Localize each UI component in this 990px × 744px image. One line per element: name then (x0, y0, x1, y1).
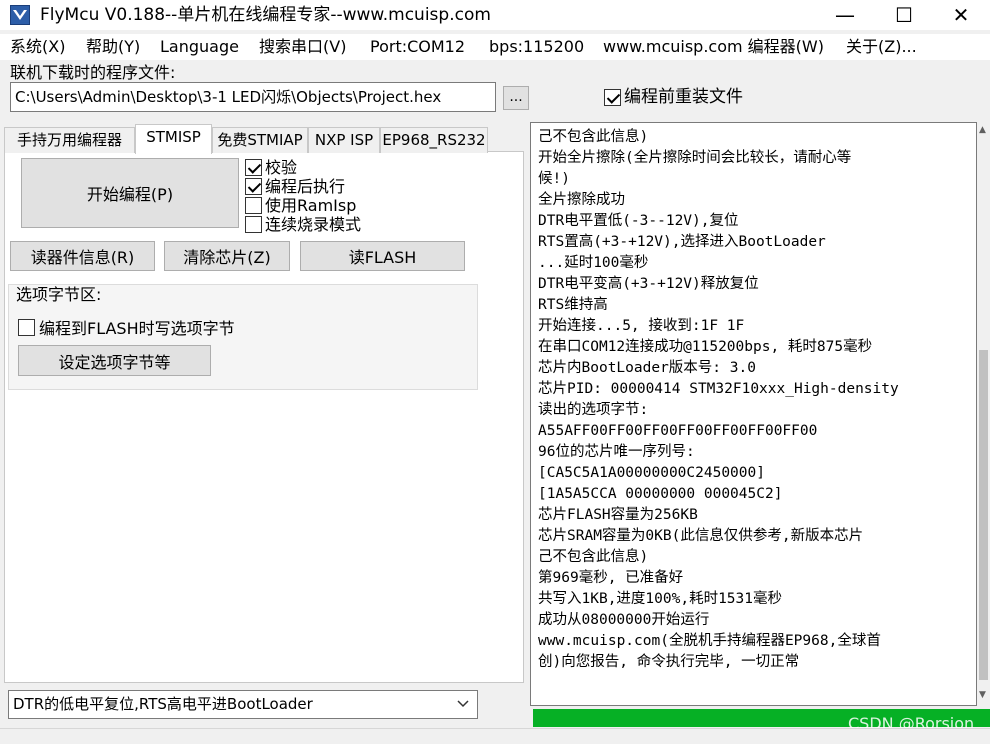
dtr-rts-mode-value: DTR的低电平复位,RTS高电平进BootLoader (13, 695, 313, 713)
log-line: 开始连接...5, 接收到:1F 1F (538, 318, 745, 334)
maximize-button[interactable]: ☐ (875, 0, 933, 30)
reload-before-program-option[interactable]: 编程前重装文件 (604, 87, 743, 107)
start-programming-button[interactable]: 开始编程(P) (21, 158, 239, 228)
menu-help[interactable]: 帮助(Y) (86, 37, 140, 57)
log-line: 共写入1KB,进度100%,耗时1531毫秒 (538, 591, 782, 607)
continuous-burn-option[interactable]: 连续烧录模式 (245, 215, 361, 234)
read-device-info-button[interactable]: 读器件信息(R) (10, 241, 155, 271)
erase-chip-button[interactable]: 清除芯片(Z) (164, 241, 290, 271)
menu-about[interactable]: 关于(Z)... (846, 37, 917, 57)
run-after-program-checkbox[interactable] (245, 178, 262, 195)
log-line: A55AFF00FF00FF00FF00FF00FF00FF00 (538, 423, 818, 439)
log-line: 芯片SRAM容量为0KB(此信息仅供参考,新版本芯片 (538, 528, 864, 544)
chevron-down-icon (457, 700, 469, 708)
tab-handheld-programmer[interactable]: 手持万用编程器 (4, 127, 135, 153)
run-after-program-label: 编程后执行 (265, 177, 346, 196)
tab-free-stmiap[interactable]: 免费STMIAP (212, 127, 308, 153)
log-line: www.mcuisp.com(全脱机手持编程器EP968,全球首 (538, 633, 881, 649)
log-line: 芯片FLASH容量为256KB (538, 507, 698, 523)
menu-port[interactable]: Port:COM12 (370, 37, 465, 57)
log-scrollbar-thumb[interactable] (979, 350, 988, 680)
log-line: DTR电平置低(-3--12V),复位 (538, 213, 739, 229)
option-bytes-group-label: 选项字节区: (16, 285, 102, 304)
set-option-bytes-button[interactable]: 设定选项字节等 (18, 345, 211, 376)
log-line: 全片擦除成功 (538, 192, 625, 208)
run-after-program-option[interactable]: 编程后执行 (245, 177, 345, 196)
log-line: 第969毫秒, 已准备好 (538, 570, 684, 586)
write-option-bytes-option[interactable]: 编程到FLASH时写选项字节 (18, 315, 235, 339)
flymcu-app-icon (10, 5, 30, 25)
menu-bps[interactable]: bps:115200 (489, 37, 584, 57)
program-file-label: 联机下载时的程序文件: (10, 63, 176, 82)
verify-label: 校验 (265, 158, 298, 177)
tab-ep968-rs232[interactable]: EP968_RS232 (380, 127, 488, 153)
log-line: 在串口COM12连接成功@115200bps, 耗时875毫秒 (538, 339, 873, 355)
close-button[interactable]: ✕ (932, 0, 990, 30)
reload-before-program-checkbox[interactable] (604, 88, 621, 106)
log-line: 创)向您报告, 命令执行完毕, 一切正常 (538, 654, 800, 670)
scroll-down-icon[interactable]: ▼ (979, 690, 986, 700)
menu-programmer[interactable]: www.mcuisp.com 编程器(W) (603, 37, 824, 57)
status-bar (0, 728, 990, 744)
log-line: 成功从08000000开始运行 (538, 612, 710, 628)
log-line: RTS置高(+3-+12V),选择进入BootLoader (538, 234, 826, 250)
log-line: 己不包含此信息) (538, 129, 649, 145)
write-option-bytes-label: 编程到FLASH时写选项字节 (39, 319, 235, 338)
continuous-burn-checkbox[interactable] (245, 216, 262, 233)
write-option-bytes-checkbox[interactable] (18, 318, 35, 336)
log-line: 96位的芯片唯一序列号: (538, 444, 695, 460)
log-line: 读出的选项字节: (538, 402, 649, 418)
dtr-rts-mode-select[interactable]: DTR的低电平复位,RTS高电平进BootLoader (8, 690, 478, 719)
log-line: ...延时100毫秒 (538, 255, 649, 271)
log-line: RTS维持高 (538, 297, 608, 313)
program-file-path-input[interactable]: C:\Users\Admin\Desktop\3-1 LED闪烁\Objects… (10, 82, 496, 112)
menu-system[interactable]: 系统(X) (10, 37, 65, 57)
log-line: 芯片PID: 00000414 STM32F10xxx_High-density (538, 381, 899, 397)
use-ramisp-checkbox[interactable] (245, 197, 262, 214)
menu-bar: 系统(X) 帮助(Y) Language 搜索串口(V) Port:COM12 … (0, 34, 990, 60)
verify-checkbox[interactable] (245, 159, 262, 176)
log-output[interactable]: 己不包含此信息) 开始全片擦除(全片擦除时间会比较长，请耐心等 候!) 全片擦除成功 D… (530, 122, 977, 706)
continuous-burn-label: 连续烧录模式 (265, 215, 362, 234)
log-line: [1A5A5CCA 00000000 000045C2] (538, 486, 783, 502)
read-flash-button[interactable]: 读FLASH (300, 241, 465, 271)
log-line: 开始全片擦除(全片擦除时间会比较长，请耐心等 (538, 150, 852, 166)
log-line: 己不包含此信息) (538, 549, 649, 565)
use-ramisp-option[interactable]: 使用RamIsp (245, 196, 356, 215)
window-title: FlyMcu V0.188--单片机在线编程专家--www.mcuisp.com (40, 5, 491, 25)
reload-before-program-label: 编程前重装文件 (624, 87, 743, 107)
log-line: DTR电平变高(+3-+12V)释放复位 (538, 276, 759, 292)
log-line: 芯片内BootLoader版本号: 3.0 (538, 360, 756, 376)
log-line: [CA5C5A1A00000000C2450000] (538, 465, 765, 481)
menu-search-port[interactable]: 搜索串口(V) (259, 37, 346, 57)
minimize-button[interactable]: — (816, 0, 874, 30)
scroll-up-icon[interactable]: ▲ (979, 125, 986, 135)
verify-option[interactable]: 校验 (245, 158, 297, 177)
tab-nxp-isp[interactable]: NXP ISP (308, 127, 380, 153)
tab-stmisp[interactable]: STMISP (135, 124, 212, 154)
use-ramisp-label: 使用RamIsp (265, 196, 357, 215)
browse-file-button[interactable]: ... (503, 86, 529, 110)
menu-language[interactable]: Language (160, 37, 239, 57)
log-line: 候!) (538, 171, 570, 187)
